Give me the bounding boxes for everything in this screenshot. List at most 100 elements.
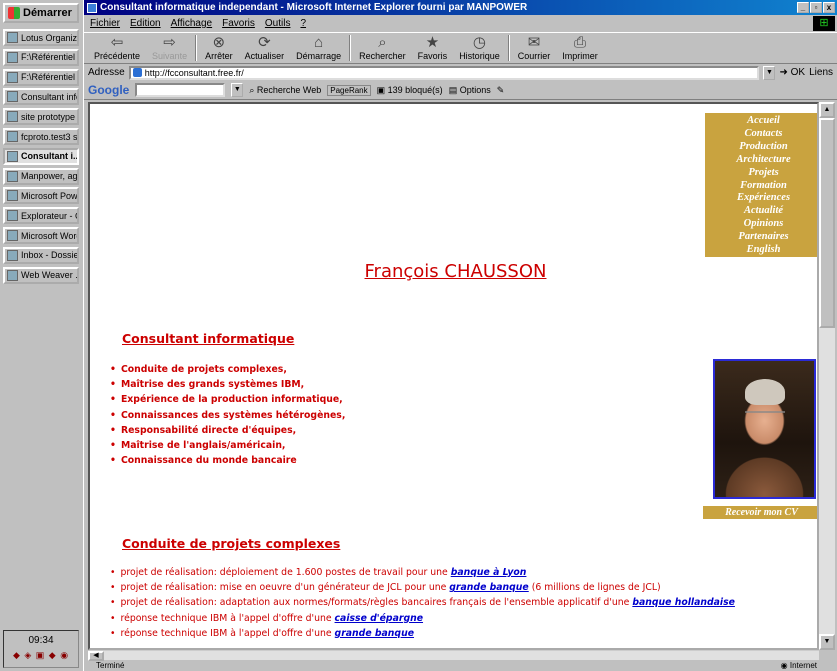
menu-item-edition[interactable]: Edition bbox=[130, 18, 161, 29]
window-title: Consultant informatique independant - Mi… bbox=[100, 2, 528, 13]
taskbar-item[interactable]: Web Weaver ... bbox=[3, 266, 79, 284]
skill-item: Maîtrise de l'anglais/américain, bbox=[110, 440, 345, 455]
scroll-thumb[interactable] bbox=[819, 118, 835, 328]
taskbar-item[interactable]: Microsoft Pow... bbox=[3, 187, 79, 205]
taskbar-item[interactable]: Manpower, ag... bbox=[3, 167, 79, 185]
toolbar-back-arrow-button[interactable]: ⇦ Précédente bbox=[88, 31, 146, 62]
taskbar-item[interactable]: Consultant info... bbox=[3, 88, 79, 106]
links-label[interactable]: Liens bbox=[809, 67, 833, 78]
toolbar-forward-arrow-button[interactable]: ⇨ Suivante bbox=[146, 31, 193, 62]
section-consultant-title: Consultant informatique bbox=[122, 331, 295, 346]
taskbar-item[interactable]: F:\Référentiel ... bbox=[3, 68, 79, 86]
taskbar-item[interactable]: Microsoft Word... bbox=[3, 227, 79, 244]
status-text: Terminé bbox=[96, 661, 125, 670]
nav-link[interactable]: Actualité bbox=[705, 205, 817, 218]
address-value: http://fcconsultant.free.fr/ bbox=[144, 67, 244, 78]
stop-icon: ⊗ bbox=[212, 34, 226, 51]
nav-link[interactable]: Formation bbox=[705, 180, 817, 193]
page-title: François CHAUSSON bbox=[364, 261, 547, 282]
taskbar-item-label: Microsoft Word... bbox=[21, 230, 77, 241]
search-web-button[interactable]: ⌕ Recherche Web bbox=[249, 85, 321, 96]
maximize-button[interactable]: ▫ bbox=[810, 2, 822, 13]
taskbar-item[interactable]: fcproto.test3 s... bbox=[3, 128, 79, 145]
window-icon bbox=[7, 249, 18, 261]
horizontal-scrollbar[interactable]: ◀ bbox=[88, 650, 819, 661]
menu-item-[interactable]: ? bbox=[300, 18, 306, 29]
start-label: Démarrer bbox=[23, 7, 72, 19]
toolbar-home-button[interactable]: ⌂ Démarrage bbox=[290, 31, 347, 62]
nav-link[interactable]: English bbox=[705, 244, 817, 257]
google-search-input[interactable] bbox=[135, 83, 226, 97]
menu-item-outils[interactable]: Outils bbox=[265, 18, 291, 29]
toolbar-refresh-button[interactable]: ⟳ Actualiser bbox=[239, 31, 291, 62]
project-text: projet de réalisation: déploiement de 1.… bbox=[120, 567, 451, 578]
project-link[interactable]: caisse d'épargne bbox=[335, 613, 423, 624]
toolbar-stop-button[interactable]: ⊗ Arrêter bbox=[199, 31, 239, 62]
taskbar-item[interactable]: Lotus Organize... bbox=[3, 29, 79, 46]
forward-arrow-icon: ⇨ bbox=[163, 34, 176, 51]
toolbar-label: Courrier bbox=[517, 51, 551, 61]
page-icon bbox=[132, 68, 142, 77]
go-button[interactable]: ➜ OK bbox=[779, 67, 805, 78]
cv-request-button[interactable]: Recevoir mon CV bbox=[703, 506, 817, 519]
project-link[interactable]: banque à Lyon bbox=[451, 567, 527, 578]
project-item: projet de réalisation: adaptation aux no… bbox=[110, 597, 735, 612]
menu-item-affichage[interactable]: Affichage bbox=[171, 18, 213, 29]
taskbar: Démarrer Lotus Organize... F:\Référentiel… bbox=[0, 0, 84, 671]
project-link[interactable]: grande banque bbox=[335, 628, 414, 639]
nav-link[interactable]: Accueil bbox=[705, 115, 817, 128]
scroll-up-icon[interactable]: ▲ bbox=[819, 102, 835, 118]
toolbar-search-button[interactable]: ⌕ Rechercher bbox=[353, 31, 412, 62]
close-button[interactable]: x bbox=[823, 2, 835, 13]
taskbar-item[interactable]: Explorateur - G... bbox=[3, 207, 79, 225]
google-logo[interactable]: Google bbox=[88, 83, 129, 97]
zone-label: Internet bbox=[789, 661, 817, 670]
toolbar-history-button[interactable]: ◷ Historique bbox=[453, 31, 506, 62]
taskbar-item[interactable]: F:\Référentiel ... bbox=[3, 48, 79, 66]
toolbar-label: Favoris bbox=[417, 51, 448, 61]
menu-item-favoris[interactable]: Favoris bbox=[222, 18, 255, 29]
toolbar-mail-button[interactable]: ✉ Courrier bbox=[512, 31, 557, 62]
project-text: réponse technique IBM à l'appel d'offre … bbox=[120, 612, 335, 624]
nav-link[interactable]: Architecture bbox=[705, 154, 817, 167]
taskbar-item-label: F:\Référentiel ... bbox=[21, 52, 79, 63]
project-item: projet de réalisation: mise en oeuvre d'… bbox=[110, 582, 735, 597]
toolbar-print-button[interactable]: ⎙ Imprimer bbox=[556, 31, 604, 62]
taskbar-item-label: Inbox - Dossier... bbox=[21, 250, 79, 261]
taskbar-item[interactable]: site prototype F... bbox=[3, 108, 79, 126]
tray-icons[interactable]: ◆ ◈ ▣ ◆ ◉ bbox=[4, 650, 78, 661]
mail-icon: ✉ bbox=[527, 34, 541, 51]
start-button[interactable]: Démarrer bbox=[3, 3, 79, 23]
scroll-down-icon[interactable]: ▼ bbox=[819, 634, 835, 650]
windows-logo-icon bbox=[8, 7, 20, 19]
nav-link[interactable]: Contacts bbox=[705, 128, 817, 141]
project-item: réponse technique IBM à l'appel d'offre … bbox=[110, 613, 735, 628]
nav-link[interactable]: Expériences bbox=[705, 192, 817, 205]
skill-item: Maîtrise des grands systèmes IBM, bbox=[110, 379, 345, 394]
system-tray: 09:34 ◆ ◈ ▣ ◆ ◉ bbox=[3, 630, 79, 668]
highlighter-icon[interactable]: ✎ bbox=[497, 85, 505, 96]
project-link[interactable]: grande banque bbox=[449, 582, 528, 593]
options-button[interactable]: ▤ Options bbox=[449, 85, 491, 96]
taskbar-item[interactable]: Consultant i... bbox=[3, 147, 79, 165]
popup-blocker[interactable]: ▣ 139 bloqué(s) bbox=[377, 85, 443, 96]
nav-link[interactable]: Projets bbox=[705, 167, 817, 180]
skill-item: Conduite de projets complexes, bbox=[110, 364, 345, 379]
google-dropdown-icon[interactable]: ▼ bbox=[231, 83, 244, 97]
nav-link[interactable]: Opinions bbox=[705, 218, 817, 231]
menu-bar: Fichier Edition Affichage Favoris Outils? ⊞ bbox=[84, 15, 837, 32]
nav-link[interactable]: Partenaires bbox=[705, 231, 817, 244]
project-link[interactable]: banque hollandaise bbox=[632, 597, 735, 608]
toolbar-favorites-button[interactable]: ★ Favoris bbox=[412, 31, 454, 62]
address-dropdown-icon[interactable]: ▼ bbox=[763, 65, 776, 80]
window-icon bbox=[7, 91, 18, 103]
vertical-scrollbar[interactable]: ▲ ▼ bbox=[819, 102, 835, 650]
taskbar-item[interactable]: Inbox - Dossier... bbox=[3, 246, 79, 264]
window-icon bbox=[7, 111, 18, 123]
menu-item-fichier[interactable]: Fichier bbox=[90, 18, 120, 29]
address-input[interactable]: http://fcconsultant.free.fr/ bbox=[128, 65, 760, 80]
pagerank-indicator[interactable]: PageRank bbox=[327, 84, 371, 96]
nav-link[interactable]: Production bbox=[705, 141, 817, 154]
minimize-button[interactable]: _ bbox=[797, 2, 809, 13]
taskbar-item-label: Manpower, ag... bbox=[21, 171, 79, 182]
